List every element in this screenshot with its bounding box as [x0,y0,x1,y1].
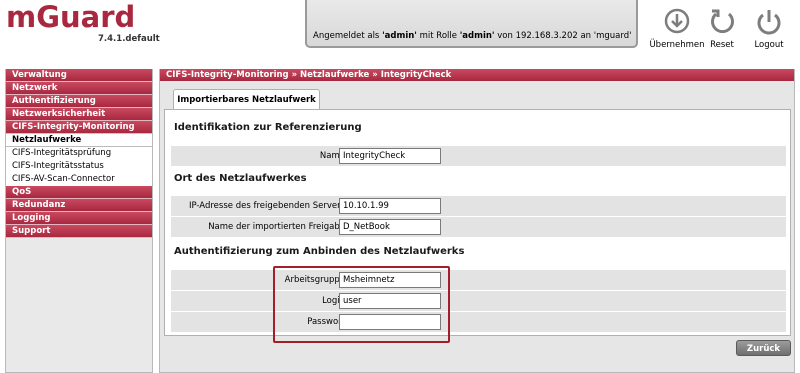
status-user: 'admin' [382,31,417,41]
sidebar-subitem-integritaetsstatus[interactable]: CIFS-Integritätsstatus [6,160,152,173]
name-field[interactable] [339,148,441,164]
share-name-field[interactable] [339,219,441,235]
login-status-box: Angemeldet als 'admin' mit Rolle 'admin'… [305,0,638,48]
row-login: Login [171,291,786,311]
sidebar-subitem-integritaetspruefung[interactable]: CIFS-Integritätsprüfung [6,147,152,160]
login-field[interactable] [339,293,441,309]
breadcrumb: CIFS-Integrity-Monitoring » Netzlaufwerk… [160,69,794,81]
sidebar-item-netzwerksicherheit[interactable]: Netzwerksicherheit [6,108,152,121]
sidebar-subitem-av-scan-connector[interactable]: CIFS-AV-Scan-Connector [6,173,152,186]
password-field[interactable] [339,314,441,330]
svg-text:mGuard: mGuard [6,2,135,32]
row-ip-address: IP-Adresse des freigebenden Servers [171,196,786,216]
workgroup-label: Arbeitsgruppe [284,275,345,285]
apply-icon [664,8,690,34]
mguard-logo: mGuard [6,2,152,32]
section-title-auth: Authentifizierung zum Anbinden des Netzl… [174,246,465,257]
section-title-location: Ort des Netzlaufwerkes [174,173,307,184]
row-password: Passwort [171,312,786,332]
sidebar-item-cifs-integrity-monitoring[interactable]: CIFS-Integrity-Monitoring [6,121,152,134]
logout-label: Logout [754,40,784,50]
ip-address-label: IP-Adresse des freigebenden Servers [188,201,345,211]
main-content: CIFS-Integrity-Monitoring » Netzlaufwerk… [159,69,795,373]
sidebar-item-redundanz[interactable]: Redundanz [6,199,152,212]
status-role: 'admin' [459,31,495,41]
sidebar-subitem-netzlaufwerke[interactable]: Netzlaufwerke [6,134,152,147]
logo-graphic: mGuard [6,2,135,32]
tab-importierbares-netzlaufwerk[interactable]: Importierbares Netzlaufwerk [173,89,320,110]
logout-button[interactable]: Logout [739,8,799,50]
row-name: Name [171,146,786,166]
form-panel: Identifikation zur Referenzierung Name O… [164,109,791,336]
sidebar-navigation: Verwaltung Netzwerk Authentifizierung Ne… [5,69,153,373]
sidebar-item-qos[interactable]: QoS [6,186,152,199]
row-workgroup: Arbeitsgruppe [171,270,786,290]
login-status-text: Angemeldet als 'admin' mit Rolle 'admin'… [313,31,632,41]
row-share-name: Name der importierten Freigabe [171,217,786,237]
sidebar-item-verwaltung[interactable]: Verwaltung [6,69,152,82]
back-button[interactable]: Zurück [736,340,791,356]
section-title-identification: Identifikation zur Referenzierung [174,122,362,133]
power-icon [757,10,781,35]
share-name-label: Name der importierten Freigabe [208,222,345,232]
sidebar-item-support[interactable]: Support [6,225,152,238]
sidebar-item-logging[interactable]: Logging [6,212,152,225]
reset-icon [711,9,734,34]
ip-address-field[interactable] [339,198,441,214]
sidebar-item-authentifizierung[interactable]: Authentifizierung [6,95,152,108]
sidebar-item-netzwerk[interactable]: Netzwerk [6,82,152,95]
version-label: 7.4.1.default [98,34,160,44]
workgroup-field[interactable] [339,272,441,288]
